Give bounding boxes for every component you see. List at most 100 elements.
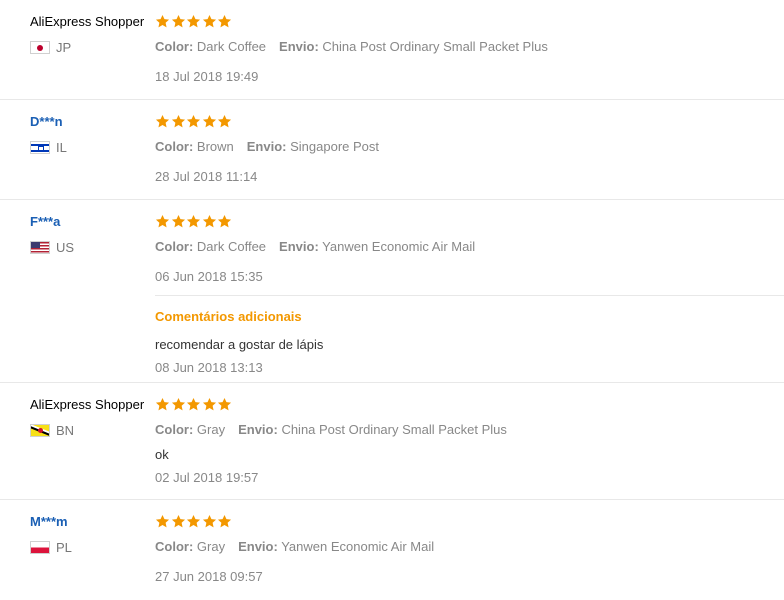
star-icon [217,114,232,128]
review-item: AliExpress Shopper BN Color: Gray Envio: … [0,383,784,500]
review-date: 06 Jun 2018 15:35 [155,269,263,284]
country-code: US [56,240,75,255]
additional-comment-text: recomendar a gostar de lápis [155,337,324,352]
review-date: 18 Jul 2018 19:49 [155,69,259,84]
order-info: Color: Brown Envio: Singapore Post [155,139,784,155]
additional-comments-title: Comentários adicionais [155,309,302,324]
star-icon [171,114,185,128]
review-body: Color: Dark Coffee Envio: Yanwen Economic… [155,214,784,376]
reviewer-info: D***n IL [30,114,155,155]
reviewer-info: AliExpress Shopper BN [30,397,155,438]
review-date: 28 Jul 2018 11:14 [155,169,258,184]
reviewer-name: AliExpress Shopper [30,397,145,412]
star-icon [217,514,232,528]
country-code: IL [56,140,67,155]
color-value: Dark Coffee [196,239,267,254]
star-icon [186,214,201,228]
review-item: AliExpress Shopper JP Color: Dark Coffee… [0,0,784,100]
color-value: Gray [196,539,226,554]
color-value: Dark Coffee [196,39,267,54]
additional-comments: Comentários adicionais recomendar a gost… [155,295,784,376]
review-body: Color: Gray Envio: China Post Ordinary Sm… [155,397,784,486]
shipping-label: Envio: [238,539,278,554]
star-icon [202,214,216,228]
star-icon [217,214,232,228]
star-icon [186,514,201,528]
star-icon [186,114,201,128]
shipping-label: Envio: [246,139,287,154]
star-icon [171,397,185,411]
usa-flag-icon [30,241,50,254]
star-icon [186,14,201,28]
reviewer-name: AliExpress Shopper [30,14,145,29]
japan-flag-icon [30,41,50,54]
order-info: Color: Dark Coffee Envio: Yanwen Economic… [155,239,784,255]
color-value: Brown [196,139,234,154]
order-info: Color: Gray Envio: Yanwen Economic Air Ma… [155,539,784,555]
star-icon [186,397,201,411]
shipping-value: Yanwen Economic Air Mail [322,239,476,254]
star-icon [155,114,170,128]
star-icon [202,114,216,128]
reviewer-country: BN [30,423,155,438]
star-icon [155,514,170,528]
reviewer-country: US [30,240,155,255]
reviewer-name[interactable]: F***a [30,214,155,230]
review-date: 02 Jul 2018 19:57 [155,470,259,485]
order-info: Color: Gray Envio: China Post Ordinary Sm… [155,422,784,438]
shipping-value: China Post Ordinary Small Packet Plus [322,39,548,54]
review-text: ok [155,447,169,462]
shipping-value: Yanwen Economic Air Mail [281,539,435,554]
reviewer-name[interactable]: D***n [30,114,155,130]
star-rating [155,14,784,30]
shipping-label: Envio: [279,239,319,254]
review-date: 27 Jun 2018 09:57 [155,569,263,584]
additional-comment-date: 08 Jun 2018 13:13 [155,360,263,375]
star-icon [217,397,232,411]
order-info: Color: Dark Coffee Envio: China Post Ordi… [155,39,784,55]
star-icon [202,514,216,528]
color-label: Color: [155,139,194,154]
color-value: Gray [196,422,226,437]
color-label: Color: [155,422,194,437]
color-label: Color: [155,39,194,54]
review-item: F***a US Color: Dark Coffee Envio: Yanwen… [0,200,784,383]
star-icon [217,14,232,28]
poland-flag-icon [30,541,50,554]
reviewer-info: M***m PL [30,514,155,555]
reviewer-info: AliExpress Shopper JP [30,14,155,55]
brunei-flag-icon [30,424,50,437]
star-icon [155,397,170,411]
star-icon [155,214,170,228]
review-item: D***n IL Color: Brown Envio: Singapore Po… [0,100,784,200]
reviewer-country: PL [30,540,155,555]
shipping-value: China Post Ordinary Small Packet Plus [281,422,507,437]
reviewer-name[interactable]: M***m [30,514,155,530]
reviewer-country: JP [30,40,155,55]
shipping-label: Envio: [279,39,319,54]
review-body: Color: Brown Envio: Singapore Post 28 Jul… [155,114,784,185]
review-item: M***m PL Color: Gray Envio: Yanwen Econom… [0,500,784,600]
shipping-label: Envio: [238,422,278,437]
star-rating [155,114,784,130]
review-body: Color: Gray Envio: Yanwen Economic Air Ma… [155,514,784,585]
star-icon [171,514,185,528]
star-icon [171,14,185,28]
reviewer-info: F***a US [30,214,155,255]
star-rating [155,214,784,230]
color-label: Color: [155,539,194,554]
israel-flag-icon [30,141,50,154]
shipping-value: Singapore Post [290,139,380,154]
star-icon [202,397,216,411]
star-icon [202,14,216,28]
star-icon [155,14,170,28]
star-rating [155,514,784,530]
country-code: JP [56,40,72,55]
reviewer-country: IL [30,140,155,155]
country-code: BN [56,423,75,438]
star-rating [155,397,784,413]
star-icon [171,214,185,228]
color-label: Color: [155,239,194,254]
review-body: Color: Dark Coffee Envio: China Post Ordi… [155,14,784,85]
country-code: PL [56,540,72,555]
